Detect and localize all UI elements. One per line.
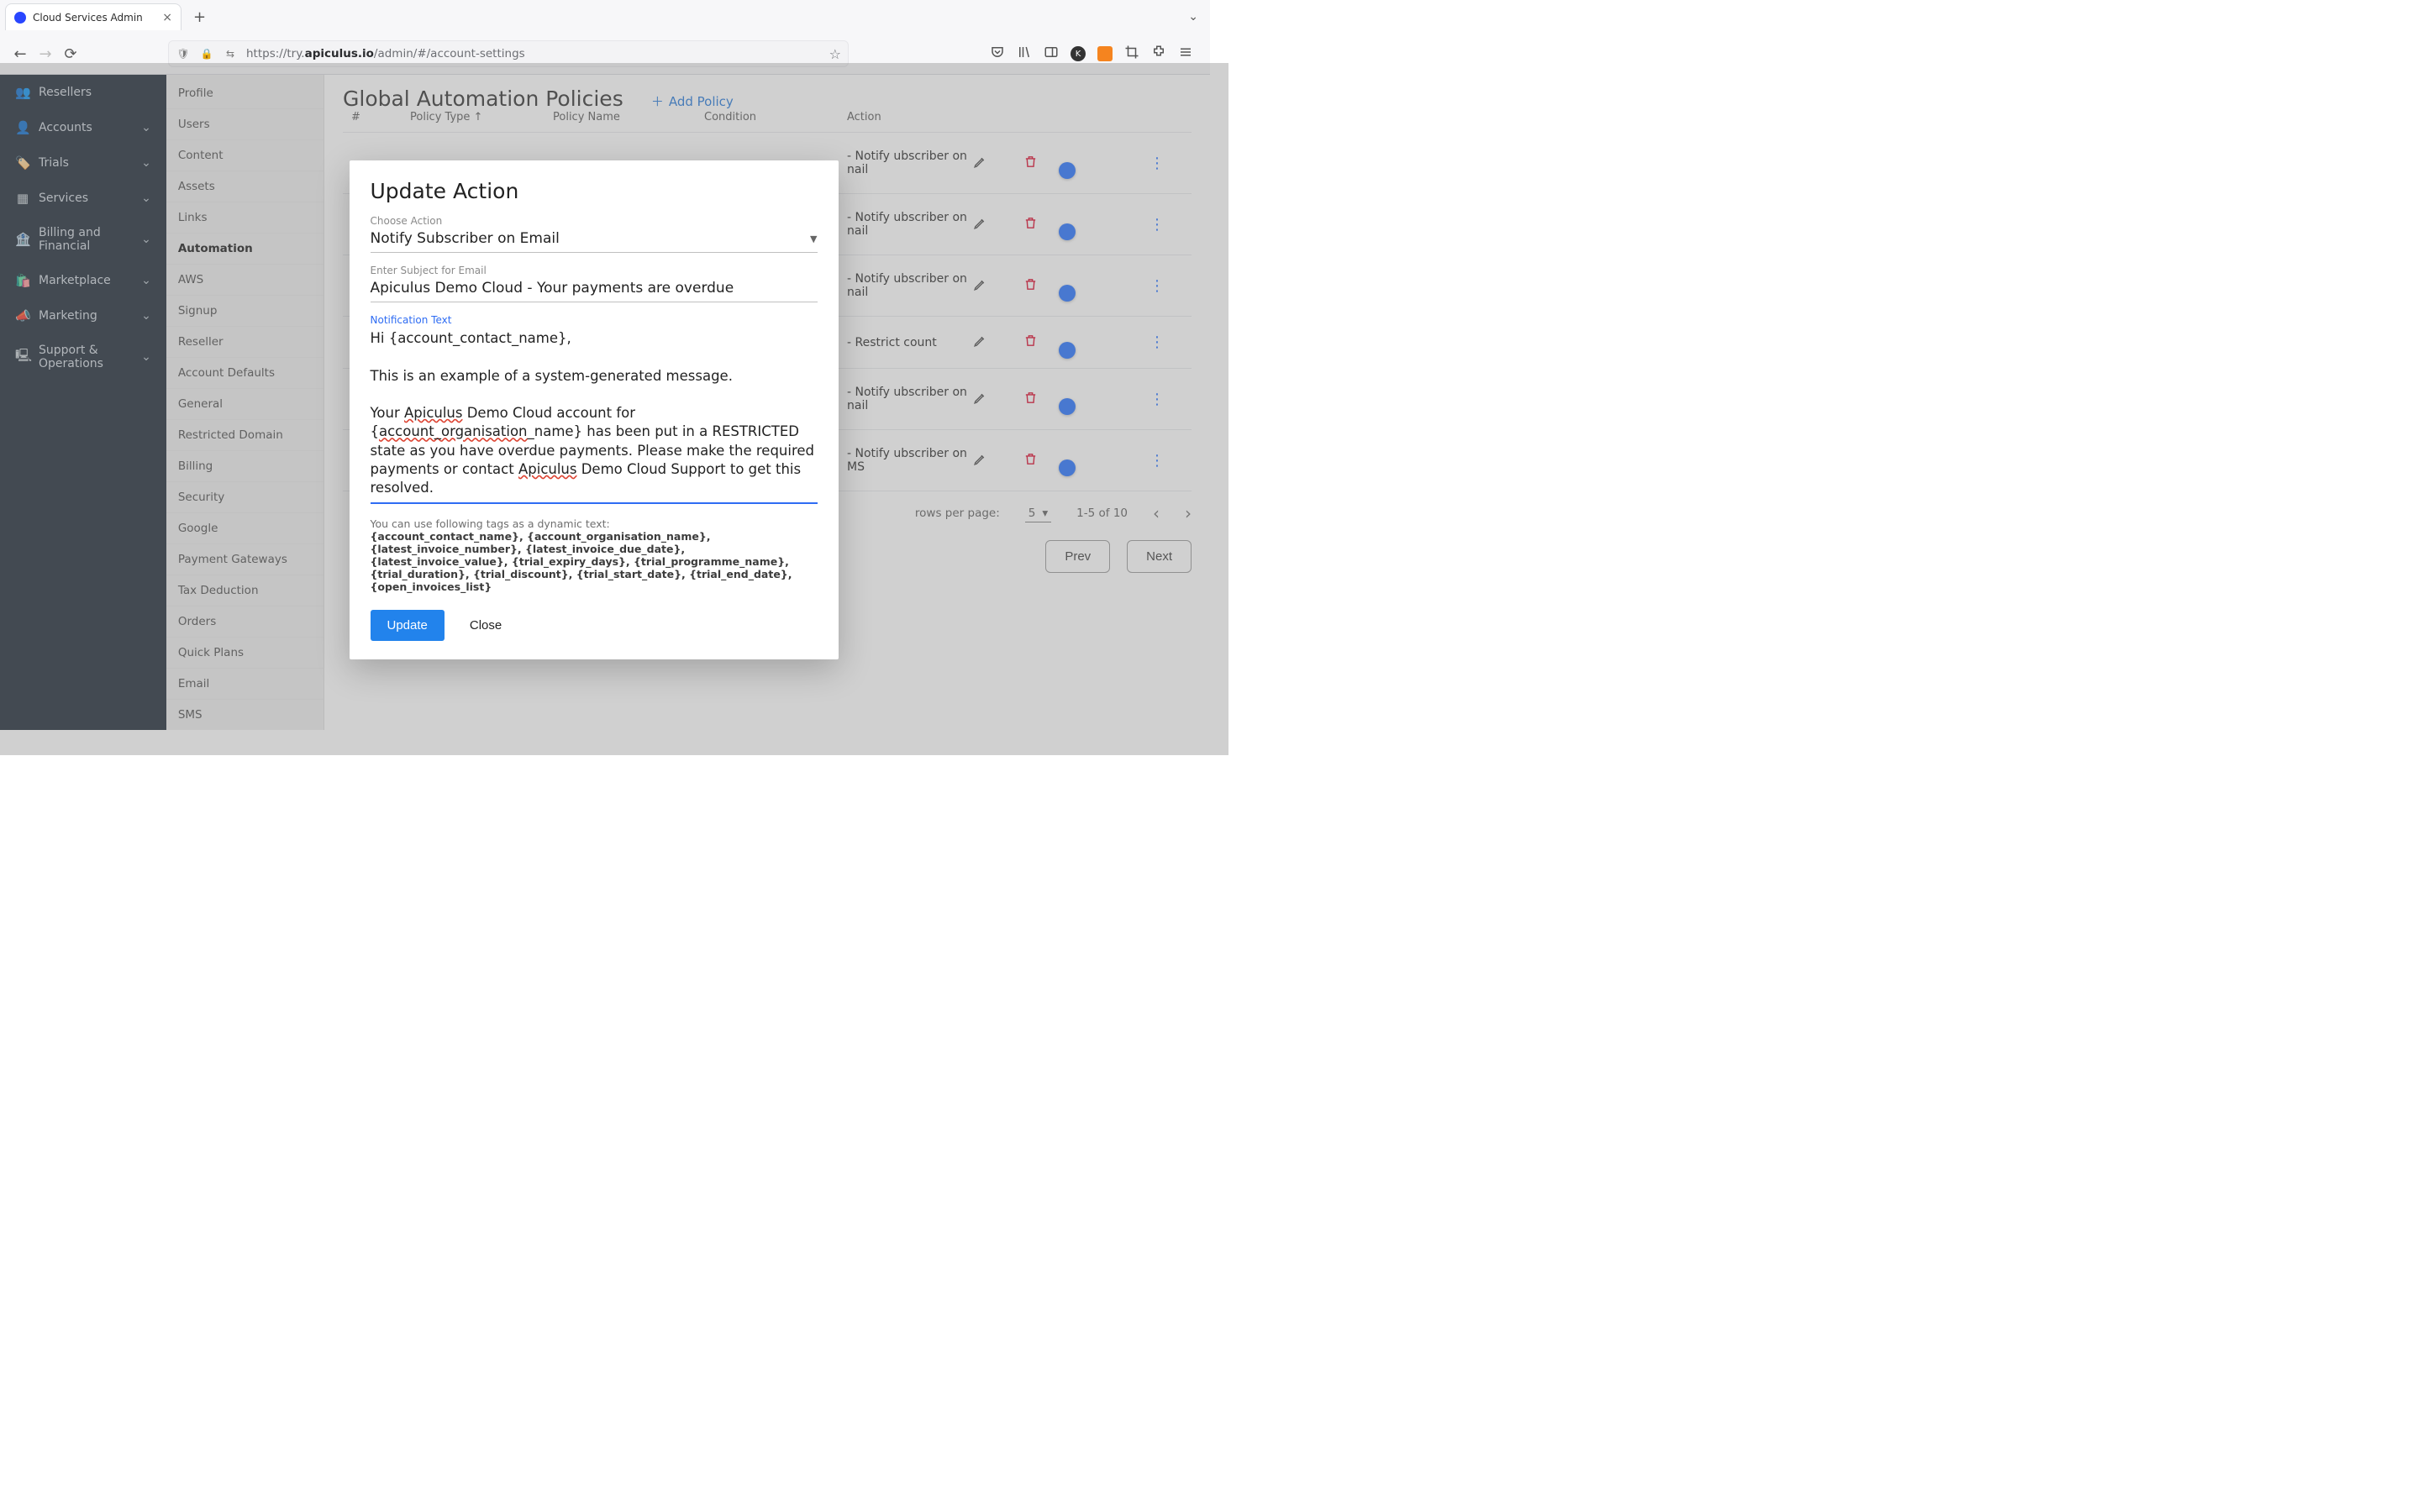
tab-title: Cloud Services Admin [33,12,143,24]
nav-forward-button[interactable]: → [34,42,57,66]
nav-back-button[interactable]: ← [8,42,32,66]
nav-reload-button[interactable]: ⟳ [59,42,82,66]
subject-input[interactable]: Apiculus Demo Cloud - Your payments are … [371,276,818,302]
modal-title: Update Action [371,179,818,203]
extensions-icon[interactable] [1151,45,1166,63]
tab-favicon-icon [14,12,26,24]
pocket-icon[interactable] [990,45,1005,63]
toolbar-addons: K [990,45,1202,63]
bookmark-star-icon[interactable]: ☆ [829,46,841,62]
modal-overlay[interactable]: Update Action Choose Action Notify Subsc… [0,63,1228,755]
hint-tags: {account_contact_name}, {account_organis… [371,530,792,593]
hamburger-menu-icon[interactable] [1178,45,1193,63]
tab-close-icon[interactable]: × [162,11,172,24]
choose-action-value: Notify Subscriber on Email [371,230,560,247]
tags-hint: You can use following tags as a dynamic … [371,517,818,593]
update-action-modal: Update Action Choose Action Notify Subsc… [350,160,839,659]
shield-icon: 🛡︎ [176,46,191,61]
notification-text-input[interactable]: Hi {account_contact_name},This is an exa… [371,326,818,504]
crop-icon[interactable] [1124,45,1139,63]
body-label: Notification Text [371,314,818,326]
library-icon[interactable] [1017,45,1032,63]
hint-intro: You can use following tags as a dynamic … [371,517,610,530]
metamask-icon[interactable] [1097,46,1113,61]
main-content: Global Automation Policies ＋ Add Policy … [324,75,1210,730]
choose-action-label: Choose Action [371,215,818,227]
extension-k-icon[interactable]: K [1071,46,1086,61]
reader-icon[interactable] [1044,45,1059,63]
tabstrip: Cloud Services Admin × + ⌄ [0,0,1210,34]
choose-action-select[interactable]: Notify Subscriber on Email ▼ [371,227,818,253]
permissions-icon: ⇆ [223,46,238,61]
browser-tab[interactable]: Cloud Services Admin × [5,3,182,30]
subject-value: Apiculus Demo Cloud - Your payments are … [371,280,734,297]
caret-down-icon: ▼ [810,234,817,244]
tabs-collapse-icon[interactable]: ⌄ [1188,10,1198,24]
subject-label: Enter Subject for Email [371,265,818,276]
new-tab-button[interactable]: + [188,8,211,26]
url-text: https://try.apiculus.io/admin/#/account-… [246,47,525,60]
app-frame: 👥 Resellers 👤 Accounts ⌄ 🏷️ Trials ⌄ ▦ S… [0,75,1210,730]
update-button[interactable]: Update [371,610,445,641]
lock-icon: 🔒 [199,46,214,61]
close-button[interactable]: Close [460,610,512,641]
